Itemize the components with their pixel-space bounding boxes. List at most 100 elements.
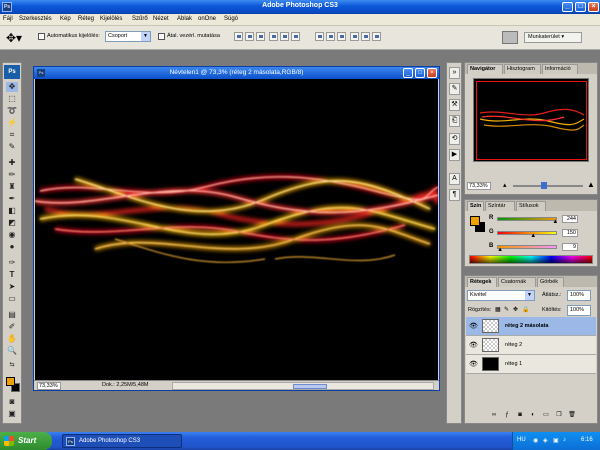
lasso-tool-button[interactable]: ➰ [6,106,18,116]
crop-tool-button[interactable]: ⌗ [6,130,18,140]
brushes-panel-icon[interactable]: ✎ [449,83,460,95]
tray-icon[interactable]: ◉ [533,437,539,444]
menu-filter[interactable]: Szűrő [132,16,148,22]
menu-view[interactable]: Nézet [153,16,169,22]
slice-tool-button[interactable]: ✎ [6,142,18,152]
navigator-preview[interactable] [473,78,589,162]
menu-edit[interactable]: Szerkesztés [19,16,52,22]
layer-row[interactable]: 👁 réteg 2 másolata [466,317,596,336]
layer-row[interactable]: 👁 réteg 2 [466,336,596,355]
maximize-button[interactable]: □ [575,2,586,12]
doc-zoom-field[interactable]: 73,33% [37,382,61,390]
tab-layers[interactable]: Rétegek [467,277,497,287]
volume-icon[interactable]: ♪ [563,437,569,444]
foreground-color-swatch[interactable] [6,377,15,386]
distribute-left-button[interactable] [350,32,359,41]
navigator-zoom-field[interactable]: 73,33% [467,182,491,190]
align-hcenter-button[interactable] [280,32,289,41]
auto-select-dropdown[interactable]: Csoport ▼ [105,31,151,42]
type-tool-button[interactable]: T [6,270,18,280]
zoom-slider-knob[interactable] [541,182,547,189]
layer-row[interactable]: 👁 réteg 1 [466,355,596,374]
notes-tool-button[interactable]: ▤ [6,310,18,320]
menu-help[interactable]: Súgó [224,16,238,22]
delete-layer-icon[interactable]: 🗑 [568,412,576,419]
align-top-button[interactable] [234,32,243,41]
quick-mask-button[interactable]: ◙ [6,397,18,407]
transform-controls-checkbox[interactable] [158,33,165,40]
swap-colors-icon[interactable]: ⇆ [6,360,18,370]
distribute-right-button[interactable] [372,32,381,41]
layer-mask-icon[interactable]: ◙ [516,412,524,419]
tab-curves[interactable]: Görbék [537,277,564,287]
channel-g-marker[interactable]: ▲ [530,233,536,239]
menu-layer[interactable]: Réteg [78,16,94,22]
align-left-button[interactable] [269,32,278,41]
channel-g-slider[interactable] [497,231,557,235]
paragraph-panel-icon[interactable]: ¶ [449,189,460,201]
minimize-button[interactable]: _ [562,2,573,12]
workspace-icon[interactable] [502,31,518,44]
visibility-eye-icon[interactable]: 👁 [469,341,478,349]
move-tool-icon[interactable]: ✥▾ [6,31,24,45]
actions-panel-icon[interactable]: ▶ [449,149,460,161]
character-panel-icon[interactable]: A [449,173,460,185]
history-panel-icon[interactable]: ⟲ [449,133,460,145]
distribute-top-button[interactable] [315,32,324,41]
channel-r-slider[interactable] [497,217,557,221]
menu-window[interactable]: Ablak [177,16,192,22]
new-group-icon[interactable]: ▭ [542,412,550,419]
tab-info[interactable]: Információ [542,64,578,74]
image-canvas[interactable] [34,79,440,380]
channel-b-value[interactable]: 9 [562,243,578,251]
eyedropper-tool-button[interactable]: ✐ [6,322,18,332]
tab-color[interactable]: Szín [467,201,484,211]
channel-r-value[interactable]: 244 [562,215,578,223]
color-panel-foreground-swatch[interactable] [470,216,480,226]
adjustment-layer-icon[interactable]: ◐ [529,412,537,419]
tab-histogram[interactable]: Hisztogram [504,64,541,74]
brush-tool-button[interactable]: ✏ [6,170,18,180]
menu-select[interactable]: Kijelölés [100,16,122,22]
gradient-tool-button[interactable]: ◩ [6,218,18,228]
layer-style-icon[interactable]: ƒ [503,412,511,419]
channel-r-marker[interactable]: ▲ [552,219,558,225]
move-tool-button[interactable]: ✥ [6,82,18,92]
menu-file[interactable]: Fájl [3,16,13,22]
align-bottom-button[interactable] [256,32,265,41]
healing-brush-tool-button[interactable]: ✚ [6,158,18,168]
tray-icon[interactable]: ▣ [553,437,559,444]
link-layers-icon[interactable]: ∞ [490,412,498,419]
taskbar-item-photoshop[interactable]: Ps Adobe Photoshop CS3 [62,434,182,448]
zoom-tool-button[interactable]: 🔍 [6,346,18,356]
fill-field[interactable]: 100% [567,305,591,316]
align-vcenter-button[interactable] [245,32,254,41]
lock-transparency-icon[interactable]: ▦ [495,306,501,313]
scrollbar-thumb[interactable] [293,384,327,389]
navigator-view-box[interactable] [476,81,587,160]
language-indicator[interactable]: HU [517,437,526,443]
navigator-zoom-slider[interactable] [513,182,583,189]
dock-toggle-button[interactable]: » [449,67,460,79]
zoom-in-icon[interactable]: ▲ [587,180,595,189]
align-right-button[interactable] [291,32,300,41]
channel-g-value[interactable]: 150 [562,229,578,237]
dodge-tool-button[interactable]: ● [6,242,18,252]
clone-stamp-tool-button[interactable]: ♜ [6,182,18,192]
blend-mode-dropdown[interactable]: Kivétel ▼ [467,290,535,301]
lock-position-icon[interactable]: ✥ [513,306,518,313]
shape-tool-button[interactable]: ▭ [6,294,18,304]
distribute-hcenter-button[interactable] [361,32,370,41]
path-selection-tool-button[interactable]: ➤ [6,282,18,292]
channel-b-slider[interactable] [497,245,557,249]
menu-image[interactable]: Kép [60,16,71,22]
color-spectrum-ramp[interactable] [469,255,593,264]
document-title-bar[interactable]: Ps Névtelen1 @ 73,3% (réteg 2 másolata,R… [34,67,439,79]
horizontal-scrollbar[interactable] [172,382,434,390]
distribute-bottom-button[interactable] [337,32,346,41]
lock-pixels-icon[interactable]: ✎ [504,306,509,313]
tab-navigator[interactable]: Navigátor [467,64,503,74]
distribute-vcenter-button[interactable] [326,32,335,41]
layer-comps-panel-icon[interactable]: ⎗ [449,115,460,127]
auto-select-checkbox[interactable] [38,33,45,40]
